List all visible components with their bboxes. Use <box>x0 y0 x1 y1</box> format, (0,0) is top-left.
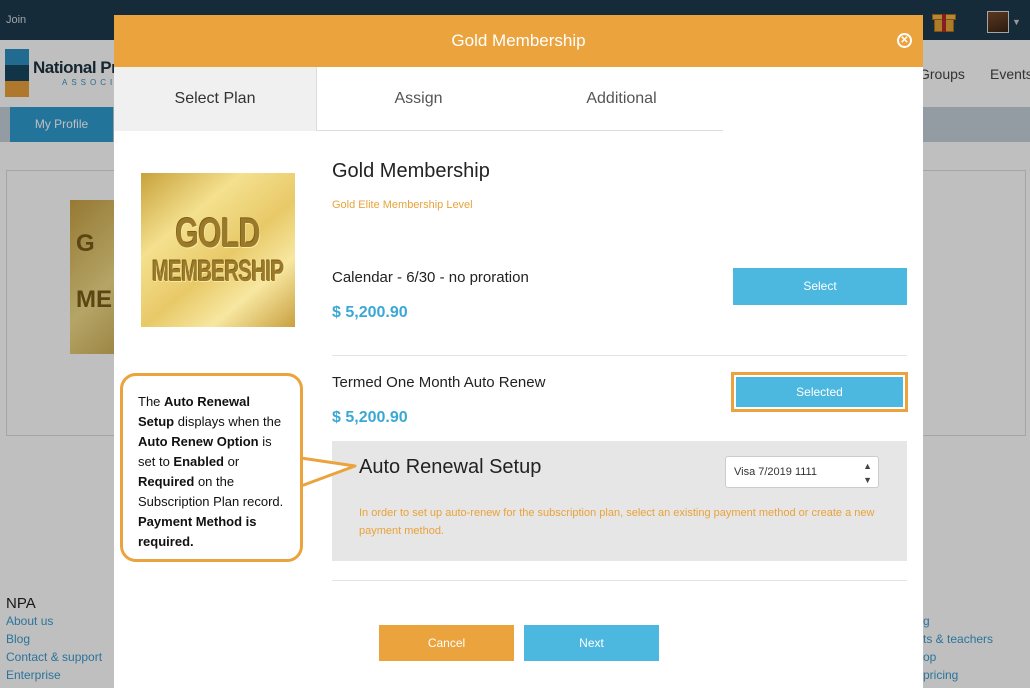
tab-select-plan[interactable]: Select Plan <box>114 67 317 131</box>
plan-image: GOLD MEMBERSHIP <box>141 173 295 327</box>
modal-tabs: Select Plan Assign Additional <box>114 67 923 131</box>
select-button[interactable]: Select <box>733 268 907 305</box>
selected-button[interactable]: Selected <box>736 377 903 407</box>
close-icon[interactable]: ✕ <box>897 33 912 48</box>
plan-title: Gold Membership <box>332 160 490 182</box>
callout-pointer <box>300 456 357 488</box>
option-price: $ 5,200.90 <box>332 304 408 321</box>
payment-method-value: Visa 7/2019 1111 <box>734 466 817 478</box>
select-arrows-icon: ▲ ▼ <box>863 461 872 485</box>
auto-renewal-setup: Auto Renewal Setup Visa 7/2019 1111 ▲ ▼ I… <box>332 441 907 561</box>
divider <box>332 580 907 581</box>
option-name: Calendar - 6/30 - no proration <box>332 269 529 286</box>
option-price: $ 5,200.90 <box>332 409 408 426</box>
plan-subtitle: Gold Elite Membership Level <box>332 199 473 211</box>
tab-additional[interactable]: Additional <box>520 67 723 131</box>
auto-renewal-title: Auto Renewal Setup <box>359 456 542 478</box>
modal-header: Gold Membership ✕ <box>114 15 923 67</box>
membership-modal: Gold Membership ✕ Select Plan Assign Add… <box>114 15 923 688</box>
next-button[interactable]: Next <box>524 625 659 661</box>
cancel-button[interactable]: Cancel <box>379 625 514 661</box>
plan-image-line1: GOLD <box>175 209 261 256</box>
callout-annotation: The Auto Renewal Setup displays when the… <box>120 373 303 562</box>
option-name: Termed One Month Auto Renew <box>332 374 546 391</box>
payment-method-select[interactable]: Visa 7/2019 1111 ▲ ▼ <box>725 456 879 488</box>
auto-renewal-note: In order to set up auto-renew for the su… <box>359 507 875 537</box>
divider <box>332 355 907 356</box>
modal-title: Gold Membership <box>451 31 586 50</box>
tab-assign[interactable]: Assign <box>317 67 520 131</box>
plan-image-line2: MEMBERSHIP <box>152 255 284 288</box>
selected-highlight: Selected <box>731 372 908 412</box>
